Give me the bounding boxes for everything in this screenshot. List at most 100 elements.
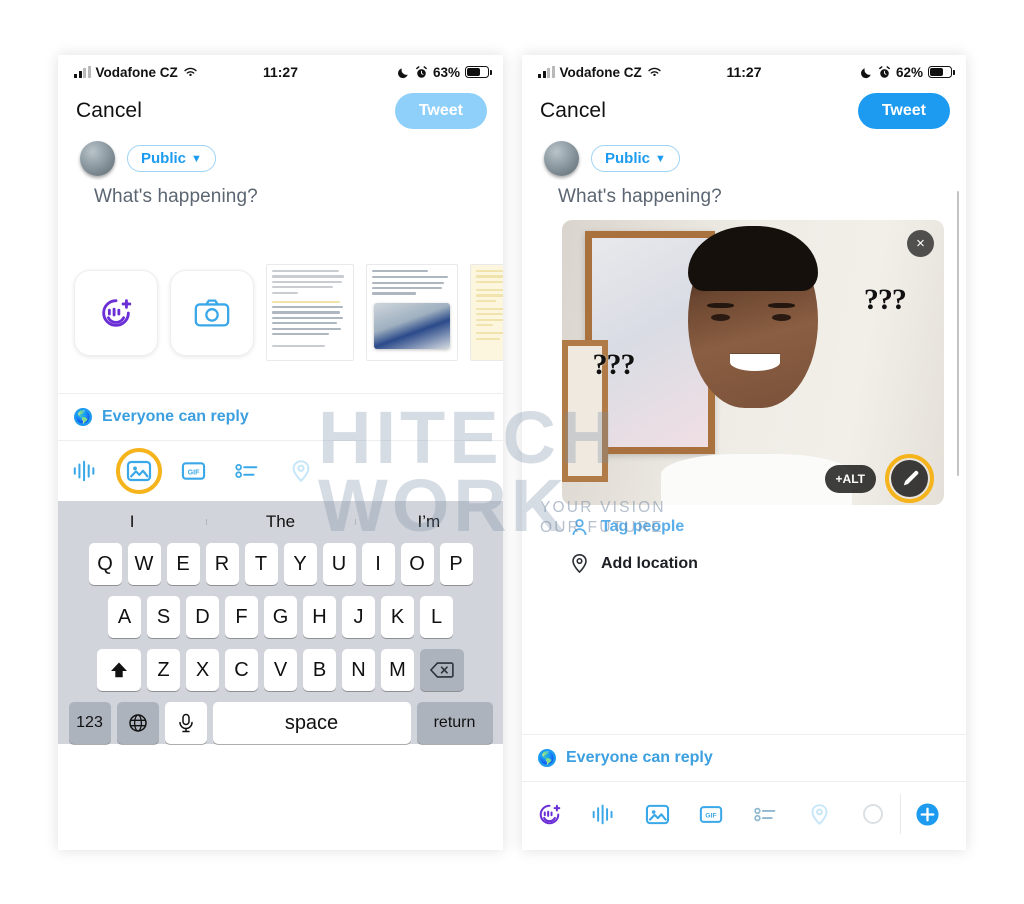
gallery-thumb-3[interactable] (470, 264, 503, 361)
key-x[interactable]: X (186, 649, 219, 691)
status-right-group: 62% (860, 65, 955, 80)
audience-selector[interactable]: Public ▼ (127, 145, 216, 172)
avatar[interactable] (544, 141, 579, 176)
key-y[interactable]: Y (283, 543, 317, 585)
key-m[interactable]: M (381, 649, 414, 691)
gif-button[interactable]: GIF (166, 451, 220, 491)
audience-label: Public (605, 150, 651, 167)
space-key[interactable]: space (212, 702, 411, 744)
key-h[interactable]: H (303, 596, 336, 638)
crescent-moon-icon (398, 67, 408, 78)
key-t[interactable]: T (244, 543, 278, 585)
audience-label: Public (141, 150, 187, 167)
smiley-plus-icon (539, 804, 560, 824)
crescent-moon-icon (861, 67, 871, 78)
dictation-key[interactable] (164, 702, 207, 744)
cancel-button[interactable]: Cancel (76, 99, 142, 123)
key-s[interactable]: S (147, 596, 180, 638)
wifi-icon (184, 67, 197, 77)
alt-text-button[interactable]: +ALT (824, 465, 876, 493)
tweet-button[interactable]: Tweet (857, 93, 950, 129)
audio-button[interactable] (576, 794, 630, 834)
key-g[interactable]: G (264, 596, 297, 638)
attached-image[interactable]: ??? ??? × +ALT (562, 220, 944, 505)
phone-left: Vodafone CZ 11:27 63% Cancel Tweet Publi… (58, 55, 503, 850)
location-pin-icon (572, 553, 587, 574)
sticker-button[interactable] (522, 794, 576, 834)
reply-setting-row-left[interactable]: 🌎 Everyone can reply (58, 393, 503, 440)
key-b[interactable]: B (303, 649, 336, 691)
add-location-label: Add location (601, 554, 698, 572)
svg-text:GIF: GIF (705, 812, 716, 819)
key-w[interactable]: W (127, 543, 161, 585)
key-n[interactable]: N (342, 649, 375, 691)
backspace-key[interactable] (420, 649, 464, 691)
cancel-button[interactable]: Cancel (540, 99, 606, 123)
gallery-thumb-2[interactable] (366, 264, 458, 361)
key-f[interactable]: F (225, 596, 258, 638)
globe-key[interactable] (116, 702, 159, 744)
battery-icon (465, 66, 492, 78)
composer-placeholder[interactable]: What's happening? (522, 176, 966, 208)
camera-button[interactable] (170, 269, 254, 356)
scrollbar[interactable] (956, 191, 959, 476)
key-j[interactable]: J (342, 596, 375, 638)
key-i[interactable]: I (361, 543, 395, 585)
key-p[interactable]: P (439, 543, 473, 585)
composer-placeholder[interactable]: What's happening? (58, 176, 503, 208)
image-button[interactable] (112, 448, 166, 494)
audio-button[interactable] (58, 451, 112, 491)
reply-setting-row-right[interactable]: 🌎 Everyone can reply (522, 734, 966, 781)
edit-image-button[interactable] (891, 460, 928, 497)
status-bar-right: Vodafone CZ 11:27 62% (522, 55, 966, 85)
carrier-name: Vodafone CZ (95, 64, 178, 80)
image-icon (126, 460, 152, 482)
key-u[interactable]: U (322, 543, 356, 585)
prediction-bar: I The I’m (58, 501, 503, 543)
poll-button[interactable] (738, 794, 792, 834)
shift-key[interactable] (97, 649, 141, 691)
prediction-1[interactable]: I (58, 512, 206, 532)
add-tweet-button[interactable] (900, 794, 954, 834)
meme-question-marks-2: ??? (592, 348, 636, 382)
status-right-group: 63% (397, 65, 492, 80)
key-z[interactable]: Z (147, 649, 180, 691)
return-key[interactable]: return (416, 702, 493, 744)
audience-selector[interactable]: Public ▼ (591, 145, 680, 172)
key-e[interactable]: E (166, 543, 200, 585)
poll-list-icon (753, 807, 775, 821)
gif-button[interactable]: GIF (684, 794, 738, 834)
key-v[interactable]: V (264, 649, 297, 691)
key-c[interactable]: C (225, 649, 258, 691)
add-location-button[interactable]: Add location (522, 537, 966, 574)
key-l[interactable]: L (420, 596, 453, 638)
avatar[interactable] (80, 141, 115, 176)
signal-bars-icon (74, 65, 91, 78)
key-a[interactable]: A (108, 596, 141, 638)
key-r[interactable]: R (205, 543, 239, 585)
status-bar-left: Vodafone CZ 11:27 63% (58, 55, 503, 85)
tweet-button[interactable]: Tweet (394, 93, 487, 129)
globe-icon: 🌎 (538, 749, 556, 767)
key-q[interactable]: Q (88, 543, 122, 585)
close-icon[interactable]: × (907, 230, 934, 257)
key-d[interactable]: D (186, 596, 219, 638)
numbers-key[interactable]: 123 (68, 702, 111, 744)
status-left-group: Vodafone CZ (74, 65, 198, 80)
poll-button[interactable] (220, 451, 274, 491)
prediction-3[interactable]: I’m (354, 512, 503, 532)
key-o[interactable]: O (400, 543, 434, 585)
gallery-thumb-1[interactable] (266, 264, 354, 361)
tag-people-button[interactable]: Tag people (522, 505, 966, 537)
keyboard-row-4: 123 space return (58, 702, 503, 744)
sticker-button[interactable] (74, 269, 158, 356)
thumb-photo (374, 303, 450, 349)
key-k[interactable]: K (381, 596, 414, 638)
character-count-ring (846, 794, 900, 834)
meme-question-marks-1: ??? (863, 282, 907, 316)
location-button[interactable] (792, 794, 846, 834)
prediction-2[interactable]: The (206, 512, 354, 532)
battery-icon (928, 66, 955, 78)
location-button[interactable] (274, 451, 328, 491)
image-button[interactable] (630, 794, 684, 834)
